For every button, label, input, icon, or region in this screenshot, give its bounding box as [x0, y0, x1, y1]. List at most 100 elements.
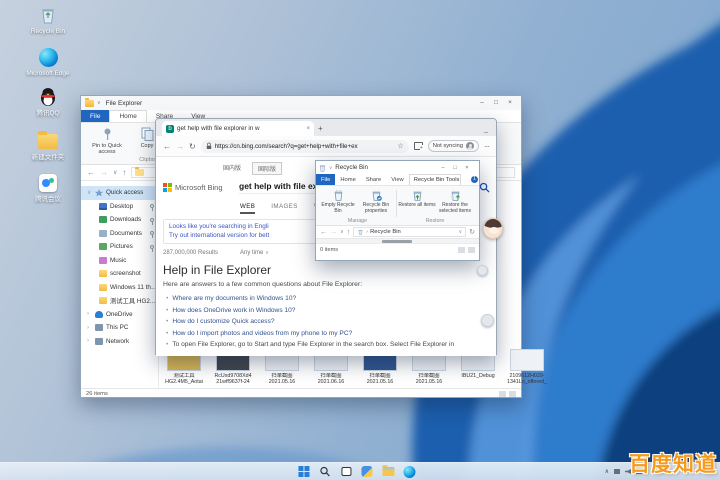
desktop-icon-tencent-meeting[interactable]: 腾讯会议 [21, 172, 75, 204]
result-link[interactable]: How do I import photos and videos from m… [166, 328, 488, 340]
network-icon[interactable] [614, 469, 620, 474]
file-tile[interactable]: 2109612H029- 1341Lo_offered_ [504, 349, 550, 385]
up-icon[interactable]: ↑ [122, 168, 126, 177]
explorer-status-bar: 26 items [81, 388, 521, 399]
favorites-star-icon[interactable]: ☆ [397, 142, 403, 150]
up-icon[interactable]: ↑ [347, 229, 351, 236]
minimize-button[interactable]: – [437, 163, 449, 172]
result-link[interactable]: Where are my documents in Windows 10? [166, 293, 488, 305]
sidebar-item-desktop[interactable]: Desktop [81, 200, 158, 214]
tab-recycle-bin-tools[interactable]: Recycle Bin Tools [408, 174, 461, 185]
start-button[interactable] [297, 465, 310, 478]
search-icon[interactable] [479, 182, 490, 193]
lock-icon [206, 142, 211, 149]
chevron-down-icon[interactable]: ∨ [329, 165, 332, 171]
tab-web[interactable]: WEB [240, 203, 256, 214]
sidebar-item-pictures[interactable]: Pictures [81, 240, 158, 254]
tab-view[interactable]: View [386, 174, 408, 185]
desktop-icon-folder[interactable]: 新建文件夹 [21, 130, 75, 162]
sidebar-item-network[interactable]: › Network [81, 335, 158, 349]
explorer-titlebar[interactable]: ∨ File Explorer – □ × [81, 96, 521, 110]
result-intro: Here are answers to a few common questio… [163, 281, 363, 288]
sidebar-item-documents[interactable]: Documents [81, 227, 158, 241]
recycle-titlebar[interactable]: ∨ Recycle Bin – □ × [316, 161, 479, 174]
sidebar-item-quick-access[interactable]: ∨ Quick access [81, 186, 158, 200]
task-view-button[interactable] [339, 465, 352, 478]
chevron-down-icon[interactable]: ∨ [340, 229, 344, 235]
widgets-button[interactable] [360, 465, 373, 478]
tab-images[interactable]: IMAGES [271, 203, 297, 214]
sidebar-item-this-pc[interactable]: › This PC [81, 321, 158, 335]
chevron-down-icon[interactable]: ∨ [113, 169, 117, 176]
tab-file[interactable]: File [81, 110, 110, 122]
tab-home[interactable]: Home [335, 174, 360, 185]
result-bullet-list: Where are my documents in Windows 10? Ho… [166, 293, 488, 351]
settings-more-icon[interactable]: ··· [484, 142, 490, 151]
desktop-icon-microsoft-edge[interactable]: Microsoft Edge [21, 46, 75, 78]
sidebar-item-music[interactable]: Music [81, 254, 158, 268]
forward-icon[interactable]: → [330, 229, 337, 236]
floating-widget-icon[interactable] [477, 265, 488, 276]
sidebar-item-onedrive[interactable]: › OneDrive [81, 308, 158, 322]
chevron-down-icon[interactable]: ∨ [97, 100, 101, 106]
tray-chevron-up-icon[interactable]: ∧ [605, 468, 609, 475]
large-icons-view-icon[interactable] [509, 391, 516, 397]
result-link[interactable]: How do I customize Quick access? [166, 316, 488, 328]
desktop-icon-qq[interactable]: 腾讯QQ [21, 86, 75, 118]
chevron-right-icon[interactable]: › [87, 325, 92, 331]
result-text[interactable]: To open File Explorer, go to Start and t… [166, 339, 488, 351]
scrollbar-thumb[interactable] [382, 240, 412, 243]
tab-home[interactable]: Home [109, 110, 147, 122]
close-button[interactable]: × [503, 98, 517, 108]
tab-share[interactable]: Share [361, 174, 386, 185]
minimize-button[interactable]: – [484, 129, 492, 136]
collections-icon[interactable] [413, 142, 423, 151]
back-icon[interactable]: ← [163, 142, 171, 151]
bing-logo[interactable]: Microsoft Bing [163, 182, 239, 192]
result-link[interactable]: How does OneDrive work in Windows 10? [166, 305, 488, 317]
taskbar-search-button[interactable] [318, 465, 331, 478]
details-view-icon[interactable] [499, 391, 506, 397]
chevron-down-icon[interactable]: ∨ [87, 189, 92, 196]
any-time-filter[interactable]: Any time ∨ [240, 250, 269, 256]
taskbar-file-explorer-button[interactable] [381, 465, 394, 478]
browser-tab[interactable]: b get help with file explorer in w × [162, 121, 314, 136]
back-icon[interactable]: ← [87, 168, 95, 177]
sidebar-item-downloads[interactable]: Downloads [81, 213, 158, 227]
back-icon[interactable]: ← [320, 229, 327, 236]
details-view-icon[interactable] [458, 246, 465, 253]
chevron-right-icon[interactable]: › [87, 311, 92, 317]
taskbar-edge-button[interactable] [402, 465, 415, 478]
region-cn-button[interactable]: 国内版 [218, 162, 246, 175]
sidebar-item-screenshot[interactable]: screenshot [81, 267, 158, 281]
forward-icon[interactable]: → [176, 142, 184, 151]
sidebar-item-windows11-theme[interactable]: Windows 11 theme [81, 281, 158, 295]
assistant-avatar-sticker[interactable] [483, 218, 503, 239]
window-title: Recycle Bin [335, 164, 368, 171]
refresh-icon[interactable]: ↻ [469, 228, 475, 236]
forward-icon[interactable]: → [100, 168, 108, 177]
tab-file[interactable]: File [316, 174, 336, 185]
close-button[interactable]: × [461, 163, 473, 172]
tab-close-icon[interactable]: × [306, 126, 310, 132]
maximize-button[interactable]: □ [449, 163, 461, 172]
new-tab-button[interactable]: + [318, 122, 323, 136]
profile-button[interactable]: Not syncing [427, 140, 479, 152]
horizontal-scrollbar[interactable] [316, 239, 479, 244]
maximize-button[interactable]: □ [489, 98, 503, 108]
edge-icon [402, 465, 415, 478]
folder-icon [85, 97, 94, 107]
chevron-down-icon[interactable]: ∨ [458, 229, 462, 235]
refresh-icon[interactable]: ↻ [189, 142, 196, 151]
address-bar[interactable]: › Recycle Bin ∨ [353, 227, 467, 237]
profile-avatar [466, 142, 474, 150]
minimize-button[interactable]: – [475, 98, 489, 108]
region-intl-button[interactable]: 国际版 [252, 162, 283, 175]
sidebar-item-test-tools[interactable]: 测试工具 HG2.4M [81, 294, 158, 308]
large-icons-view-icon[interactable] [468, 246, 475, 253]
address-bar[interactable]: https://cn.bing.com/search?q=get+help+wi… [200, 139, 409, 153]
result-heading[interactable]: Help in File Explorer [163, 263, 271, 277]
chevron-right-icon[interactable]: › [87, 338, 92, 344]
floating-tools-icon[interactable] [481, 314, 494, 327]
desktop-icon-recycle-bin[interactable]: Recycle Bin [21, 4, 75, 36]
